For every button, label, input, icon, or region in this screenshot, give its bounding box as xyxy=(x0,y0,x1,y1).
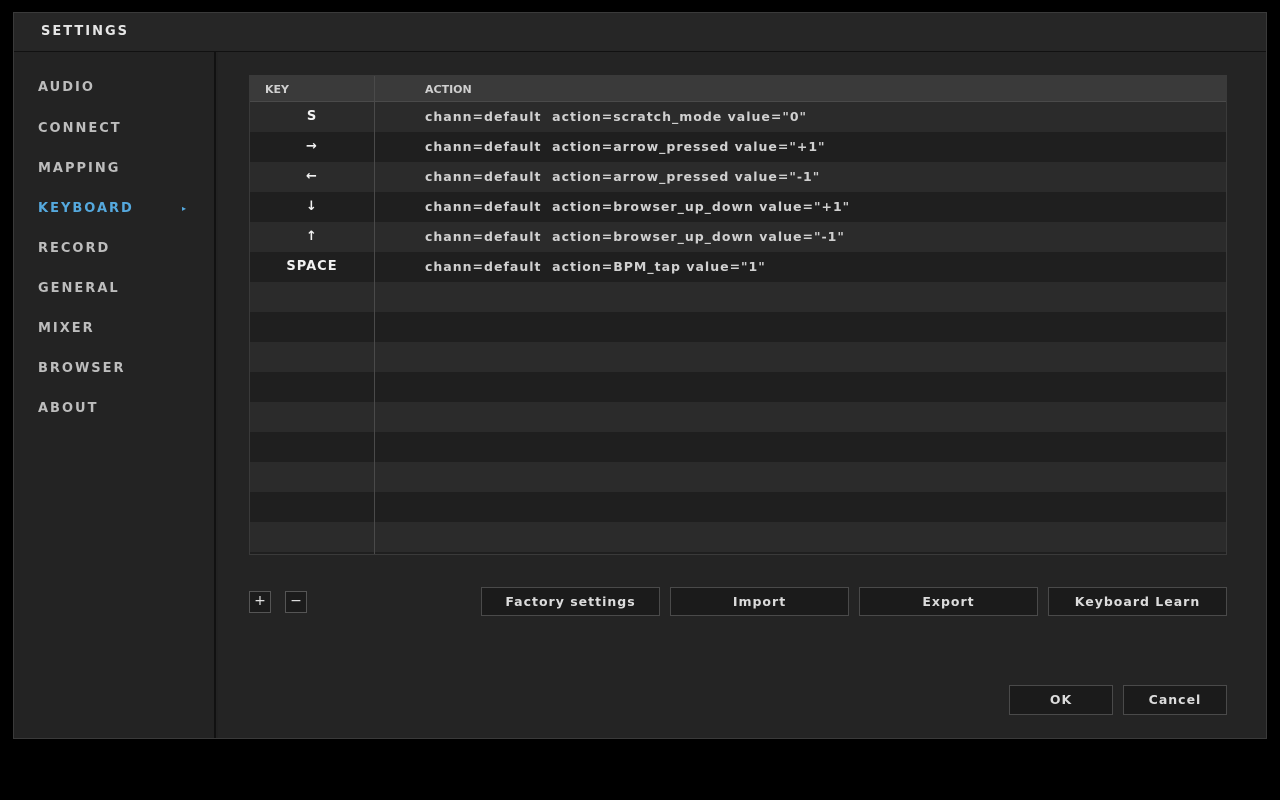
action-cell[interactable]: chann=default action=scratch_mode value=… xyxy=(425,102,807,132)
action-cell[interactable]: chann=default action=BPM_tap value="1" xyxy=(425,252,766,282)
sidebar-item-mapping[interactable]: MAPPING xyxy=(38,157,188,181)
factory-settings-button[interactable]: Factory settings xyxy=(481,587,660,616)
keyboard-learn-button[interactable]: Keyboard Learn xyxy=(1048,587,1227,616)
empty-table-row[interactable] xyxy=(250,462,1226,492)
sidebar-item-label: KEYBOARD xyxy=(38,201,134,216)
table-row[interactable]: Schann=default action=scratch_mode value… xyxy=(250,102,1226,132)
key-cell[interactable]: ↓ xyxy=(250,192,374,222)
sidebar-item-about[interactable]: ABOUT xyxy=(38,397,188,421)
remove-mapping-button[interactable]: − xyxy=(285,591,307,613)
column-header-action[interactable]: ACTION xyxy=(425,83,472,96)
action-cell[interactable]: chann=default action=browser_up_down val… xyxy=(425,222,845,252)
empty-table-row[interactable] xyxy=(250,492,1226,522)
key-cell[interactable]: ↑ xyxy=(250,222,374,252)
key-cell[interactable]: SPACE xyxy=(250,252,374,282)
empty-table-row[interactable] xyxy=(250,522,1226,552)
empty-table-row[interactable] xyxy=(250,372,1226,402)
ok-button[interactable]: OK xyxy=(1009,685,1113,715)
sidebar-item-browser[interactable]: BROWSER xyxy=(38,357,188,381)
action-cell[interactable]: chann=default action=arrow_pressed value… xyxy=(425,132,826,162)
table-row[interactable]: ← chann=default action=arrow_pressed valu… xyxy=(250,162,1226,192)
empty-table-row[interactable] xyxy=(250,402,1226,432)
window-title: SETTINGS xyxy=(41,24,130,39)
settings-window: SETTINGS AUDIO CONNECT MAPPING KEYBOARD … xyxy=(13,12,1267,739)
table-header: KEY ACTION xyxy=(250,76,1226,102)
empty-table-row[interactable] xyxy=(250,342,1226,372)
table-row[interactable]: → chann=default action=arrow_pressed valu… xyxy=(250,132,1226,162)
action-cell[interactable]: chann=default action=browser_up_down val… xyxy=(425,192,850,222)
empty-table-row[interactable] xyxy=(250,432,1226,462)
key-cell[interactable]: S xyxy=(250,102,374,132)
empty-table-row[interactable] xyxy=(250,282,1226,312)
key-cell[interactable]: ← xyxy=(250,162,374,192)
action-cell[interactable]: chann=default action=arrow_pressed value… xyxy=(425,162,820,192)
empty-table-row[interactable] xyxy=(250,312,1226,342)
table-row[interactable]: ↑ chann=default action=browser_up_down va… xyxy=(250,222,1226,252)
import-button[interactable]: Import xyxy=(670,587,849,616)
key-cell[interactable]: → xyxy=(250,132,374,162)
sidebar-item-connect[interactable]: CONNECT xyxy=(38,117,188,141)
sidebar-item-mixer[interactable]: MIXER xyxy=(38,317,188,341)
table-row[interactable]: ↓ chann=default action=browser_up_down va… xyxy=(250,192,1226,222)
keyboard-mapping-table: KEY ACTION Schann=default action=scratch… xyxy=(249,75,1227,555)
table-row[interactable]: SPACE chann=default action=BPM_tap value=… xyxy=(250,252,1226,282)
sidebar: AUDIO CONNECT MAPPING KEYBOARD ▸ RECORD … xyxy=(14,52,216,738)
add-mapping-button[interactable]: + xyxy=(249,591,271,613)
column-header-key[interactable]: KEY xyxy=(265,83,289,96)
column-divider xyxy=(374,76,375,554)
sidebar-item-keyboard[interactable]: KEYBOARD ▸ xyxy=(38,197,188,221)
cancel-button[interactable]: Cancel xyxy=(1123,685,1227,715)
export-button[interactable]: Export xyxy=(859,587,1038,616)
sidebar-item-audio[interactable]: AUDIO xyxy=(38,76,188,100)
chevron-right-icon: ▸ xyxy=(181,204,188,213)
sidebar-item-general[interactable]: GENERAL xyxy=(38,277,188,301)
content-panel: KEY ACTION Schann=default action=scratch… xyxy=(218,52,1266,738)
title-bar: SETTINGS xyxy=(14,13,1266,52)
sidebar-item-record[interactable]: RECORD xyxy=(38,237,188,261)
